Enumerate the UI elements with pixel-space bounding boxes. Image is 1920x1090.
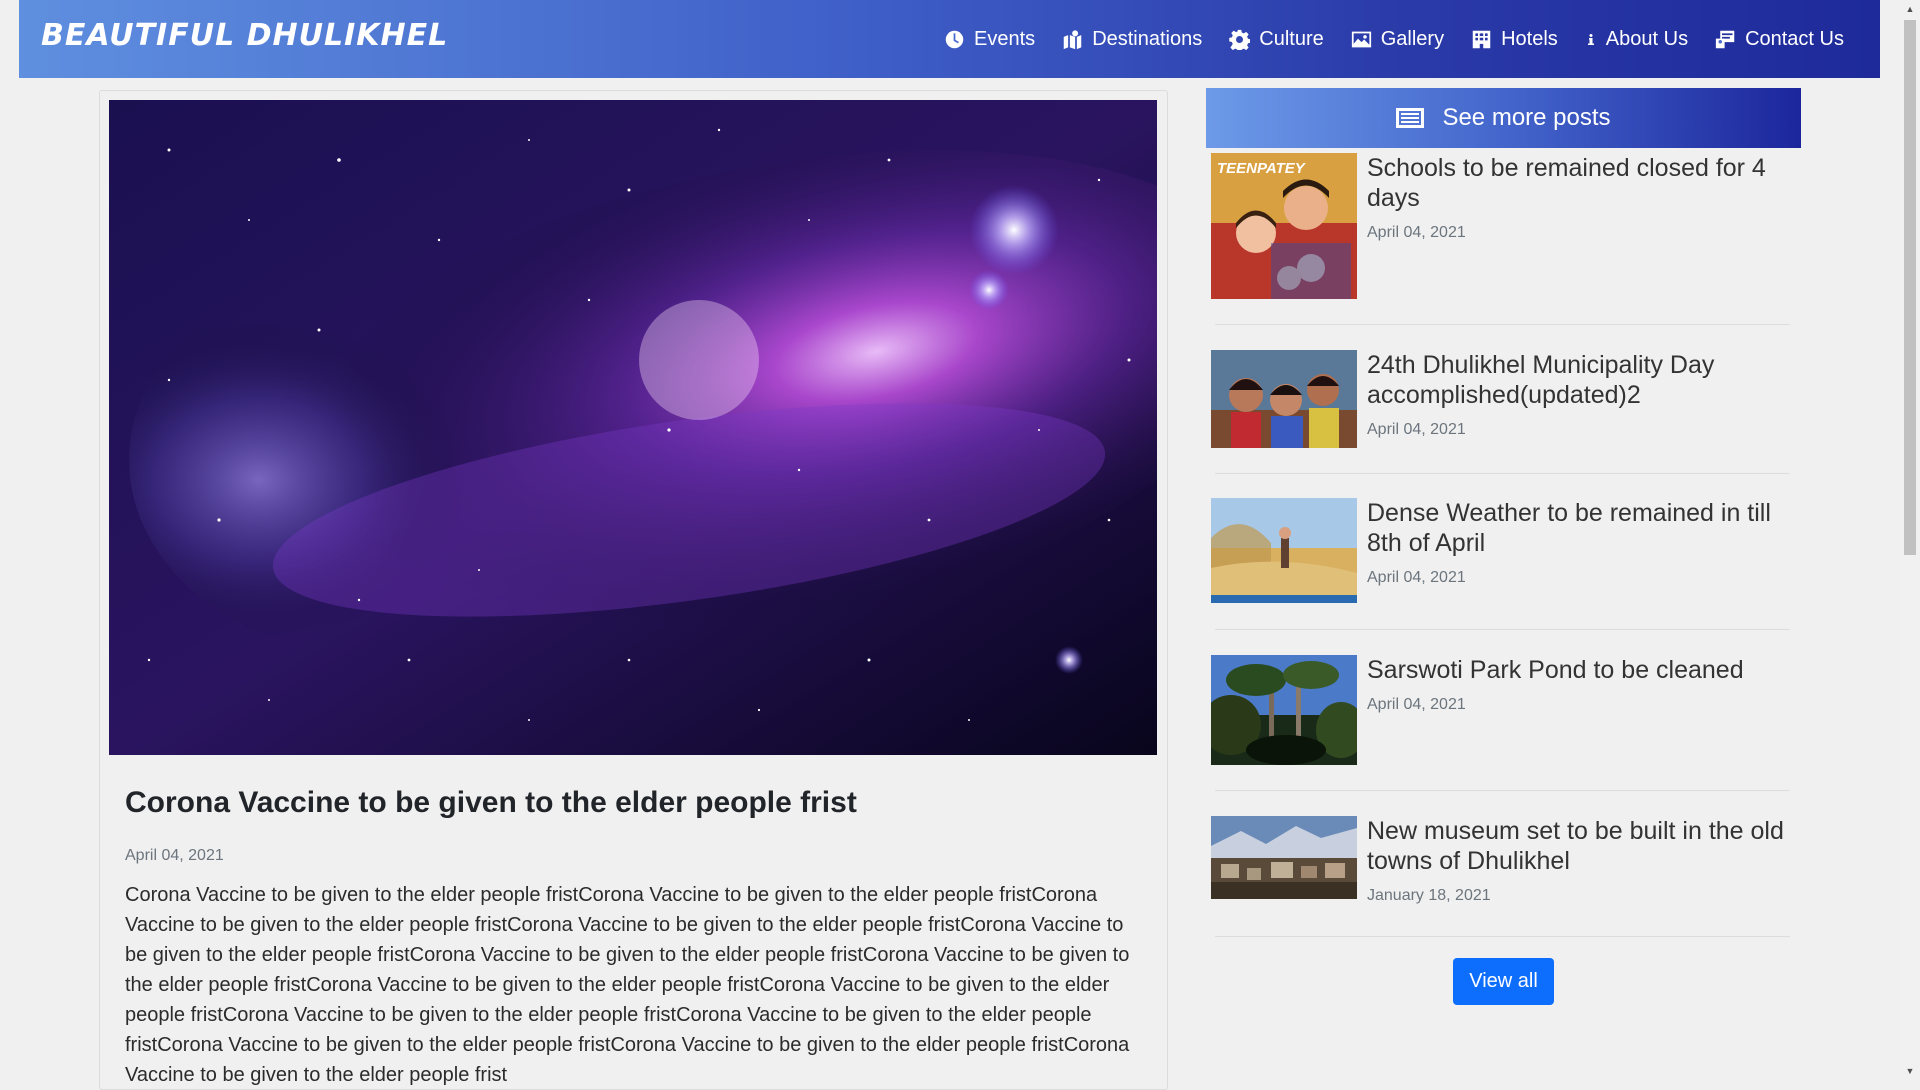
- divider: [1215, 790, 1790, 791]
- divider: [1215, 629, 1790, 630]
- sidebar-post-2[interactable]: 24th Dhulikhel Municipality Day accompli…: [1211, 350, 1791, 448]
- sidebar-post-title[interactable]: Schools to be remained closed for 4 days: [1367, 153, 1797, 213]
- newspaper-icon: [1396, 108, 1425, 128]
- nav-label: Culture: [1259, 27, 1324, 50]
- nav-item-hotels[interactable]: Hotels: [1471, 28, 1558, 51]
- movie-poster-image: TEENPATEY: [1211, 153, 1357, 299]
- nav-label: Hotels: [1501, 27, 1558, 50]
- nav-item-gallery[interactable]: Gallery: [1351, 28, 1444, 51]
- page-scrollbar[interactable]: ▲ ▼: [1900, 0, 1920, 1080]
- sidebar-post-date: April 04, 2021: [1367, 224, 1466, 241]
- sidebar-post-title[interactable]: Dense Weather to be remained in till 8th…: [1367, 498, 1797, 558]
- divider: [1215, 936, 1790, 937]
- nav-menu: Events Destinations Culture Gallery Hote…: [944, 0, 1844, 78]
- post-thumbnail[interactable]: [1211, 816, 1357, 899]
- clock-icon: [945, 30, 964, 48]
- scrollbar-thumb[interactable]: [1904, 20, 1916, 555]
- park-trees-image: [1211, 655, 1357, 765]
- featured-post-image[interactable]: [109, 100, 1157, 755]
- sidebar-post-title[interactable]: Sarswoti Park Pond to be cleaned: [1367, 655, 1797, 685]
- gear-icon: [1229, 29, 1251, 50]
- sidebar-post-date: January 18, 2021: [1367, 887, 1491, 904]
- map-icon: [1063, 29, 1082, 49]
- nav-item-about-us[interactable]: About Us: [1585, 28, 1688, 51]
- post-thumbnail[interactable]: [1211, 498, 1357, 603]
- post-thumbnail[interactable]: [1211, 655, 1357, 765]
- nav-label: Destinations: [1092, 27, 1203, 50]
- info-icon: [1587, 33, 1594, 45]
- nav-item-destinations[interactable]: Destinations: [1062, 28, 1202, 51]
- nav-label: Gallery: [1380, 27, 1445, 50]
- sidebar-post-title[interactable]: New museum set to be built in the old to…: [1367, 816, 1797, 876]
- nav-label: About Us: [1605, 27, 1689, 50]
- sidebar-post-date: April 04, 2021: [1367, 569, 1466, 586]
- nav-label: Contact Us: [1745, 27, 1844, 50]
- post-thumbnail[interactable]: [1211, 350, 1357, 448]
- sidebar-post-5[interactable]: New museum set to be built in the old to…: [1211, 816, 1791, 904]
- post-date: April 04, 2021: [125, 847, 224, 864]
- contact-card-icon: [1715, 30, 1735, 48]
- featured-post-card: Corona Vaccine to be given to the elder …: [99, 90, 1168, 1090]
- building-icon: [1472, 30, 1491, 48]
- view-all-button[interactable]: View all: [1453, 958, 1554, 1005]
- image-icon: [1351, 31, 1371, 47]
- sidebar-post-date: April 04, 2021: [1367, 696, 1466, 713]
- post-thumbnail[interactable]: TEENPATEY: [1211, 153, 1357, 299]
- sidebar-post-date: April 04, 2021: [1367, 421, 1466, 438]
- children-photo-image: [1211, 350, 1357, 448]
- scroll-down-arrow-icon[interactable]: ▼: [1900, 1062, 1920, 1080]
- see-more-label: See more posts: [1442, 104, 1611, 131]
- sidebar-post-3[interactable]: Dense Weather to be remained in till 8th…: [1211, 498, 1791, 603]
- poster-caption: TEENPATEY: [1217, 160, 1307, 177]
- scroll-up-arrow-icon[interactable]: ▲: [1900, 0, 1920, 18]
- galaxy-image: [109, 100, 1157, 755]
- see-more-posts-header[interactable]: See more posts: [1206, 88, 1801, 148]
- divider: [1215, 324, 1790, 325]
- sidebar-post-1[interactable]: TEENPATEY Schools to be remained closed …: [1211, 153, 1791, 299]
- nav-item-contact-us[interactable]: Contact Us: [1715, 28, 1844, 51]
- nav-item-culture[interactable]: Culture: [1229, 27, 1324, 51]
- nav-item-events[interactable]: Events: [944, 28, 1035, 51]
- field-photo-image: [1211, 498, 1357, 603]
- divider: [1215, 473, 1790, 474]
- sidebar-post-title[interactable]: 24th Dhulikhel Municipality Day accompli…: [1367, 350, 1797, 410]
- sidebar-post-4[interactable]: Sarswoti Park Pond to be cleaned April 0…: [1211, 655, 1791, 765]
- post-title: Corona Vaccine to be given to the elder …: [125, 786, 857, 819]
- top-navbar: BEAUTIFUL DHULIKHEL Events Destinations …: [19, 0, 1880, 78]
- post-body: Corona Vaccine to be given to the elder …: [125, 884, 1130, 1086]
- site-brand-logo[interactable]: BEAUTIFUL DHULIKHEL: [41, 18, 448, 53]
- nav-label: Events: [974, 27, 1036, 50]
- old-town-image: [1211, 816, 1357, 899]
